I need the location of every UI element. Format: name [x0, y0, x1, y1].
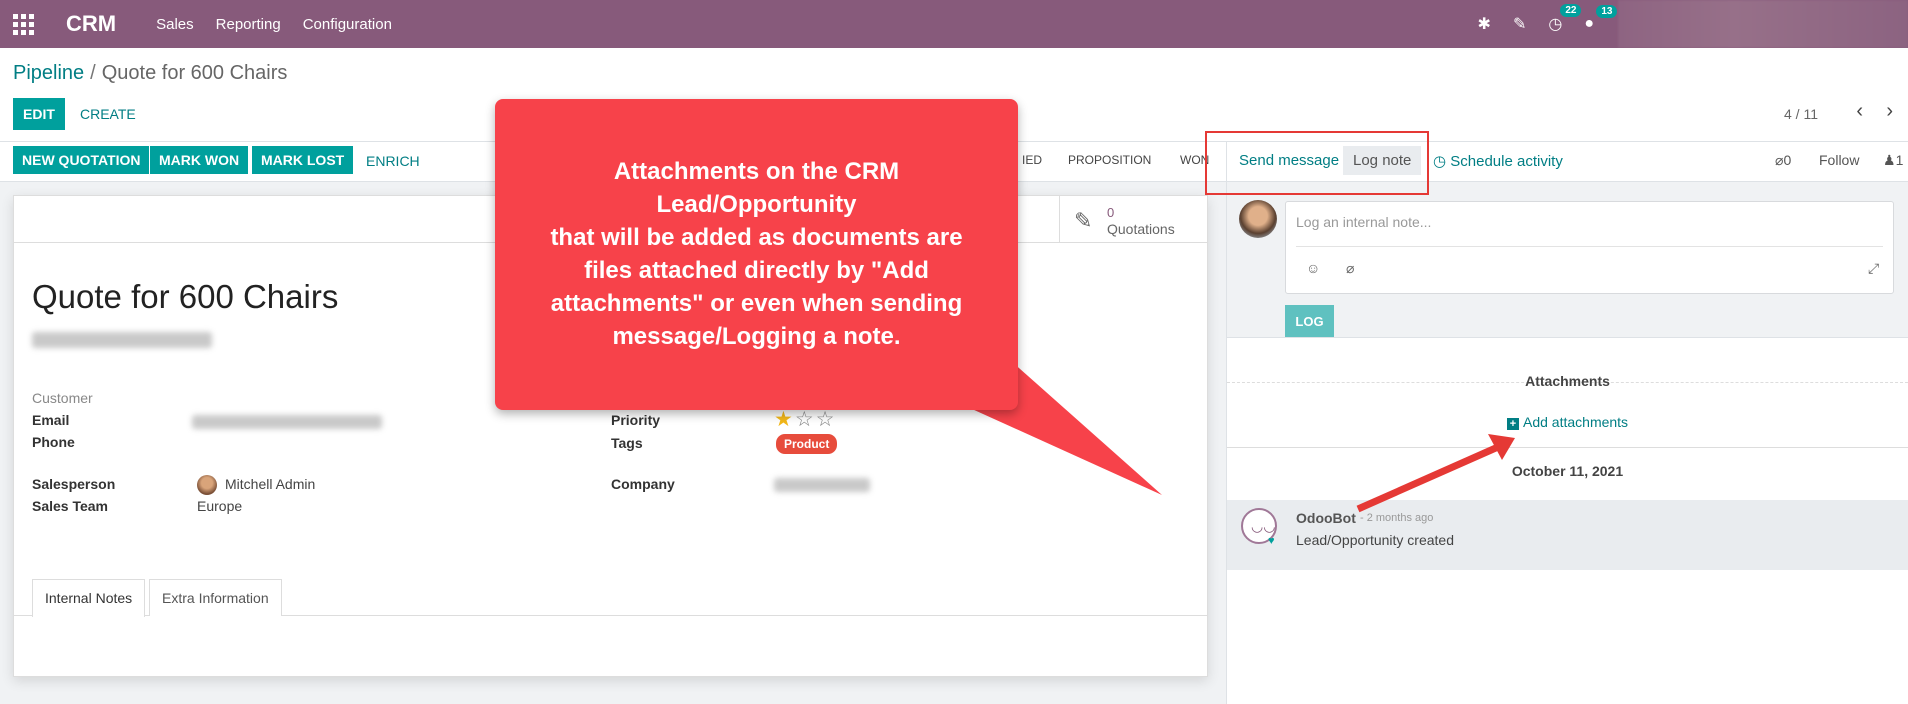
- expand-icon[interactable]: ⤢: [1868, 260, 1879, 277]
- tab-internal-notes[interactable]: Internal Notes: [32, 579, 146, 617]
- follower-count: 1: [1895, 152, 1904, 168]
- pager-next-icon[interactable]: ›: [1886, 100, 1893, 123]
- menu-configuration[interactable]: Configuration: [303, 16, 392, 33]
- follow-button[interactable]: Follow: [1819, 152, 1859, 168]
- callout-line: files attached directly by "Add: [584, 257, 929, 284]
- user-menu[interactable]: [1618, 0, 1908, 48]
- log-button[interactable]: LOG: [1285, 305, 1334, 337]
- message-time: - 2 months ago: [1360, 512, 1434, 524]
- app-title[interactable]: CRM: [66, 11, 116, 37]
- edit-icon[interactable]: ✎: [1513, 14, 1526, 34]
- enrich-button[interactable]: ENRICH: [366, 153, 420, 169]
- apps-menu-icon[interactable]: [12, 13, 34, 35]
- tab-extra-information[interactable]: Extra Information: [149, 579, 282, 616]
- notebook-tabs: Internal Notes Extra Information: [14, 579, 1207, 617]
- breadcrumb-pipeline[interactable]: Pipeline: [13, 62, 84, 84]
- schedule-activity-button[interactable]: ◷ Schedule activity: [1433, 152, 1563, 170]
- emoji-icon[interactable]: ☺: [1306, 260, 1320, 276]
- menu-sales[interactable]: Sales: [156, 16, 194, 33]
- lead-title[interactable]: Quote for 600 Chairs: [32, 278, 338, 316]
- add-attachments-button[interactable]: + Add attachments: [1507, 414, 1628, 430]
- user-icon: ♟: [1883, 152, 1896, 168]
- new-quotation-button[interactable]: NEW QUOTATION: [13, 146, 150, 174]
- pager-value[interactable]: 4 / 11: [1784, 106, 1818, 122]
- callout-line: that will be added as documents are: [550, 224, 963, 251]
- followers-button[interactable]: ♟1: [1883, 152, 1903, 169]
- mark-lost-button[interactable]: MARK LOST: [252, 146, 354, 174]
- callout-line: message/Logging a note.: [612, 323, 901, 350]
- message-count-badge: 13: [1596, 5, 1618, 18]
- email-label: Email: [32, 412, 70, 428]
- date-label: October 11, 2021: [1501, 463, 1634, 479]
- pager-previous-icon[interactable]: ‹: [1856, 100, 1863, 123]
- callout-line: Attachments on the CRM: [613, 158, 900, 185]
- quotations-count: 0: [1107, 205, 1115, 220]
- pencil-square-icon: ✎: [1074, 208, 1093, 233]
- paperclip-icon[interactable]: ⌀: [1346, 260, 1354, 277]
- composer: Log an internal note... ☺ ⌀ ⤢ LOG: [1227, 182, 1908, 338]
- schedule-activity-label: Schedule activity: [1450, 153, 1563, 170]
- date-separator: October 11, 2021: [1227, 463, 1908, 479]
- attachments-title: Attachments: [1525, 373, 1610, 389]
- customer-label: Customer: [32, 390, 93, 406]
- tags-label: Tags: [611, 435, 643, 451]
- email-value-blurred[interactable]: [192, 415, 382, 429]
- edit-button[interactable]: EDIT: [13, 98, 65, 130]
- activity-count-badge: 22: [1560, 4, 1582, 17]
- revenue-blurred[interactable]: [32, 332, 212, 348]
- company-label: Company: [611, 476, 675, 492]
- company-value-blurred[interactable]: [774, 478, 870, 492]
- annotation-highlight-box: [1205, 131, 1429, 195]
- callout-text: Attachments on the CRM Lead/Opportunity …: [495, 155, 1018, 353]
- user-avatar: [1239, 200, 1277, 238]
- mark-won-button[interactable]: MARK WON: [150, 146, 249, 174]
- message-author: OdooBot: [1296, 510, 1356, 526]
- activity-clock-icon[interactable]: ◷ 22: [1548, 4, 1582, 34]
- log-note-placeholder: Log an internal note...: [1296, 214, 1432, 230]
- star-empty-icon[interactable]: ☆: [795, 408, 816, 431]
- attachment-count: 0: [1783, 152, 1792, 168]
- callout-line: attachments" or even when sending: [550, 290, 963, 317]
- heart-icon: ♥: [1268, 535, 1275, 547]
- sales-team-label: Sales Team: [32, 498, 109, 514]
- chatter-panel: Send message Log note ◷ Schedule activit…: [1226, 142, 1908, 704]
- smile-icon: ◡◡: [1251, 518, 1276, 534]
- salesperson-avatar: [197, 475, 217, 495]
- breadcrumb: Pipeline / Quote for 600 Chairs: [13, 62, 288, 84]
- callout-line: Lead/Opportunity: [656, 191, 857, 218]
- odoobot-avatar: ◡◡ ♥: [1241, 508, 1277, 547]
- priority-stars[interactable]: ★☆☆: [774, 407, 836, 432]
- clock-icon: ◷: [1433, 153, 1451, 170]
- messages-icon[interactable]: ● 13: [1584, 5, 1618, 33]
- quotations-label: Quotations: [1107, 221, 1175, 237]
- stage-proposition[interactable]: PROPOSITION: [1068, 153, 1151, 167]
- plus-square-icon: +: [1507, 418, 1519, 430]
- menu-reporting[interactable]: Reporting: [216, 16, 281, 33]
- salesperson-value[interactable]: Mitchell Admin: [225, 476, 315, 492]
- top-navbar: CRM Sales Reporting Configuration ✱ ✎ ◷ 2…: [0, 0, 1908, 48]
- annotation-callout: Attachments on the CRM Lead/Opportunity …: [495, 99, 1018, 410]
- tag-product[interactable]: Product: [776, 434, 838, 454]
- sales-team-value[interactable]: Europe: [197, 498, 242, 514]
- star-filled-icon[interactable]: ★: [774, 408, 795, 431]
- log-note-input[interactable]: Log an internal note... ☺ ⌀ ⤢: [1285, 201, 1894, 294]
- bug-icon[interactable]: ✱: [1478, 14, 1491, 34]
- salesperson-label: Salesperson: [32, 476, 116, 492]
- stage-qualified[interactable]: IED: [1022, 153, 1042, 167]
- quotations-smart-button[interactable]: ✎ 0 Quotations: [1059, 196, 1209, 243]
- breadcrumb-current: Quote for 600 Chairs: [101, 62, 288, 84]
- star-empty-icon[interactable]: ☆: [816, 408, 837, 431]
- phone-label: Phone: [32, 434, 75, 450]
- attachments-count-button[interactable]: ⌀0: [1775, 152, 1791, 169]
- create-button[interactable]: CREATE: [80, 106, 136, 122]
- message-body: Lead/Opportunity created: [1296, 532, 1454, 548]
- chatter-message[interactable]: ◡◡ ♥ OdooBot - 2 months ago Lead/Opportu…: [1227, 500, 1908, 570]
- priority-label: Priority: [611, 412, 661, 428]
- date-divider: [1227, 447, 1908, 448]
- add-attachments-label: Add attachments: [1523, 414, 1629, 430]
